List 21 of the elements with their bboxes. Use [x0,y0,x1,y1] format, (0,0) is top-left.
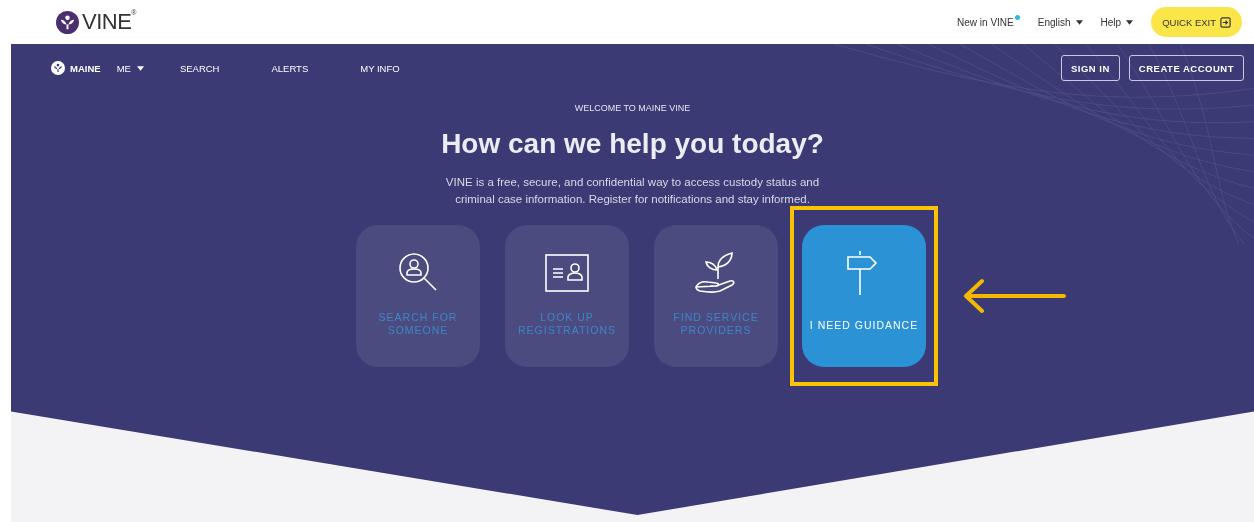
nav-link[interactable]: ALERTS [271,62,309,74]
caret-icon [136,65,144,71]
header-link[interactable]: New in VINE [957,16,1020,28]
nav-link[interactable]: ME [116,62,144,74]
account-button[interactable]: CREATE ACCOUNT [1128,55,1244,81]
eyebrow-text: WELCOME TO MAINE VINE [574,103,691,113]
logo-text: VINE$^{®}$ [82,9,137,35]
logo-icon [56,10,79,34]
caret-icon [1075,19,1083,25]
hero-description: VINE is a free, secure, and confidential way to access custody status and criminal case information. Register for notifications and stay informed. [444,175,821,207]
nav-link[interactable]: MY INFO [360,62,400,74]
quick-exit-button[interactable]: QUICK EXIT [1151,7,1242,37]
nav-link[interactable]: SEARCH [179,62,220,74]
hero-title: How can we help you today? [441,128,824,160]
state-label[interactable]: MAINE [51,61,101,75]
caret-icon [1126,19,1134,25]
account-button[interactable]: SIGN IN [1061,55,1120,81]
exit-icon [1220,16,1231,28]
state-logo-icon [51,61,65,75]
header-link[interactable]: English [1037,16,1083,28]
header-link[interactable]: Help [1100,16,1134,28]
